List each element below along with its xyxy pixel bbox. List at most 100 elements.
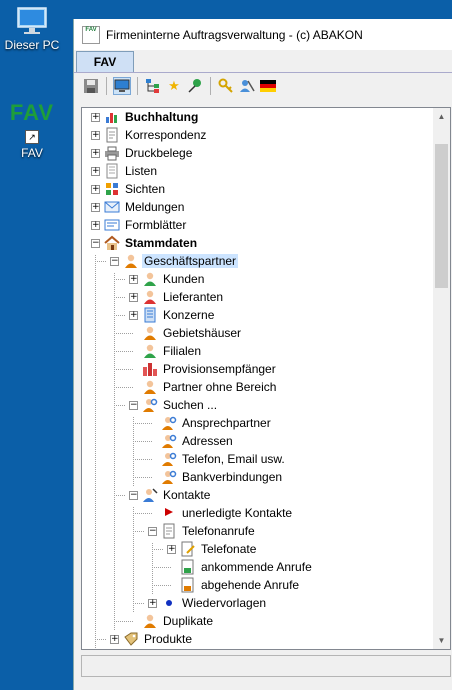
expand-icon[interactable]: + <box>129 274 138 284</box>
person-icon <box>142 289 158 305</box>
tree-item-label: Telefon, Email usw. <box>182 452 285 466</box>
save-icon[interactable] <box>82 77 100 95</box>
tree-item[interactable]: Gebietshäuser <box>129 324 243 342</box>
tree-item-label: Buchhaltung <box>125 110 199 124</box>
tree-item[interactable]: + Lieferanten <box>129 288 225 306</box>
tree-item-label: Sichten <box>125 182 166 196</box>
person-icon <box>142 343 158 359</box>
tag-icon <box>123 631 139 647</box>
tree-item[interactable]: − Kontakte <box>129 486 212 504</box>
collapse-icon[interactable]: − <box>91 238 100 248</box>
tree-item[interactable]: + Druckbelege <box>91 144 194 162</box>
tree-guide-line <box>133 417 134 486</box>
star-icon[interactable]: ★ <box>165 77 183 95</box>
tree-item[interactable]: unerledigte Kontakte <box>148 504 294 522</box>
tree-item-label: Kontakte <box>163 488 211 502</box>
collapse-icon[interactable]: − <box>148 526 157 536</box>
flag-icon[interactable] <box>259 77 277 95</box>
tree-guide-line <box>95 261 106 262</box>
expand-icon[interactable]: + <box>91 166 100 176</box>
tree-item[interactable]: Adressen <box>148 432 235 450</box>
tree-item-label: Partner ohne Bereich <box>163 380 277 394</box>
tree-guide-line <box>114 279 125 280</box>
tree-item[interactable]: Duplikate <box>129 612 215 630</box>
printer-icon <box>104 145 120 161</box>
collapse-icon[interactable]: − <box>110 256 119 266</box>
expand-icon[interactable]: + <box>91 202 100 212</box>
scroll-down-icon[interactable]: ▼ <box>433 632 450 649</box>
expand-icon[interactable]: + <box>91 220 100 230</box>
tree-item[interactable]: + Korrespondenz <box>91 126 208 144</box>
tree-item-label: Druckbelege <box>125 146 193 160</box>
person-search-icon <box>161 433 177 449</box>
tree-item[interactable]: ankommende Anrufe <box>167 558 314 576</box>
expand-icon[interactable]: + <box>167 544 176 554</box>
tree-item[interactable]: + Kunden <box>129 270 206 288</box>
tree-item[interactable]: + Formblätter <box>91 216 188 234</box>
tree-item[interactable]: + Listen <box>91 162 159 180</box>
navigation-tree[interactable]: ▲ ▼ + Buchhaltung + Korrespondenz + Druckbele… <box>81 107 451 650</box>
document-icon <box>161 523 177 539</box>
collapse-icon[interactable]: − <box>129 490 138 500</box>
scroll-up-icon[interactable]: ▲ <box>433 108 450 125</box>
tree-item[interactable]: Provisionsempfänger <box>129 360 278 378</box>
tree-item-label: Gebietshäuser <box>163 326 242 340</box>
tree-item[interactable]: + Buchhaltung <box>91 108 200 126</box>
expand-icon[interactable]: + <box>110 634 119 644</box>
tree-guide-line <box>95 639 106 640</box>
users-icon[interactable] <box>238 77 256 95</box>
tree-item[interactable]: + Telefonate <box>167 540 258 558</box>
tree-item[interactable]: Filialen <box>129 342 203 360</box>
toolbar-separator <box>210 77 211 95</box>
key-icon[interactable] <box>217 77 235 95</box>
tree-item[interactable]: Bankverbindungen <box>148 468 284 486</box>
tab-fav[interactable]: FAV <box>76 51 134 72</box>
expand-icon[interactable]: + <box>91 130 100 140</box>
expand-icon[interactable]: + <box>129 292 138 302</box>
tree-guide-line <box>114 495 125 496</box>
tree-item[interactable]: − Suchen ... <box>129 396 219 414</box>
expand-icon[interactable]: + <box>129 310 138 320</box>
window-title: Firmeninterne Auftragsverwaltung - (c) A… <box>106 27 363 42</box>
person-icon <box>142 379 158 395</box>
expand-icon[interactable]: + <box>91 184 100 194</box>
expand-icon[interactable]: + <box>91 148 100 158</box>
tab-bar: FAV <box>74 50 452 73</box>
expand-icon[interactable]: + <box>91 112 100 122</box>
tree-item[interactable]: + Konzerne <box>129 306 216 324</box>
tree-item[interactable]: − Telefonanrufe <box>148 522 257 540</box>
tree-item[interactable]: Partner ohne Bereich <box>129 378 278 396</box>
person-icon <box>142 325 158 341</box>
vertical-scrollbar[interactable]: ▲ ▼ <box>433 108 450 649</box>
tree-item-label: Kunden <box>163 272 205 286</box>
collapse-icon[interactable]: − <box>129 400 138 410</box>
tree-item[interactable]: abgehende Anrufe <box>167 576 301 594</box>
tree-item[interactable]: Telefon, Email usw. <box>148 450 287 468</box>
tree-item[interactable]: − Geschäftspartner <box>110 252 239 270</box>
tree-item[interactable]: − Stammdaten <box>91 234 199 252</box>
person-search-icon <box>161 415 177 431</box>
desktop-icon-this-pc[interactable]: Dieser PC <box>0 4 64 52</box>
tree-item[interactable]: + Meldungen <box>91 198 186 216</box>
scrollbar-thumb[interactable] <box>435 144 448 288</box>
tree-item-label: Provisionsempfänger <box>163 362 276 376</box>
tree-item-label: Listen <box>125 164 158 178</box>
tree-guide-line <box>95 255 96 648</box>
tree-item[interactable]: + Sichten <box>91 180 167 198</box>
expand-icon[interactable]: + <box>148 598 157 608</box>
tree-item[interactable]: Ansprechpartner <box>148 414 273 432</box>
tree-item[interactable]: + Wiedervorlagen <box>148 594 268 612</box>
tree-item[interactable]: + Produkte <box>110 630 194 648</box>
tree-icon[interactable] <box>144 77 162 95</box>
tree-item-label: unerledigte Kontakte <box>182 506 293 520</box>
desktop-icon-fav[interactable]: FAV ↗ FAV <box>0 100 64 160</box>
pin-icon[interactable] <box>186 77 204 95</box>
title-bar[interactable]: FAV Firmeninterne Auftragsverwaltung - (… <box>74 19 452 50</box>
tree-guide-line <box>152 549 163 550</box>
monitor-icon[interactable] <box>113 77 131 95</box>
